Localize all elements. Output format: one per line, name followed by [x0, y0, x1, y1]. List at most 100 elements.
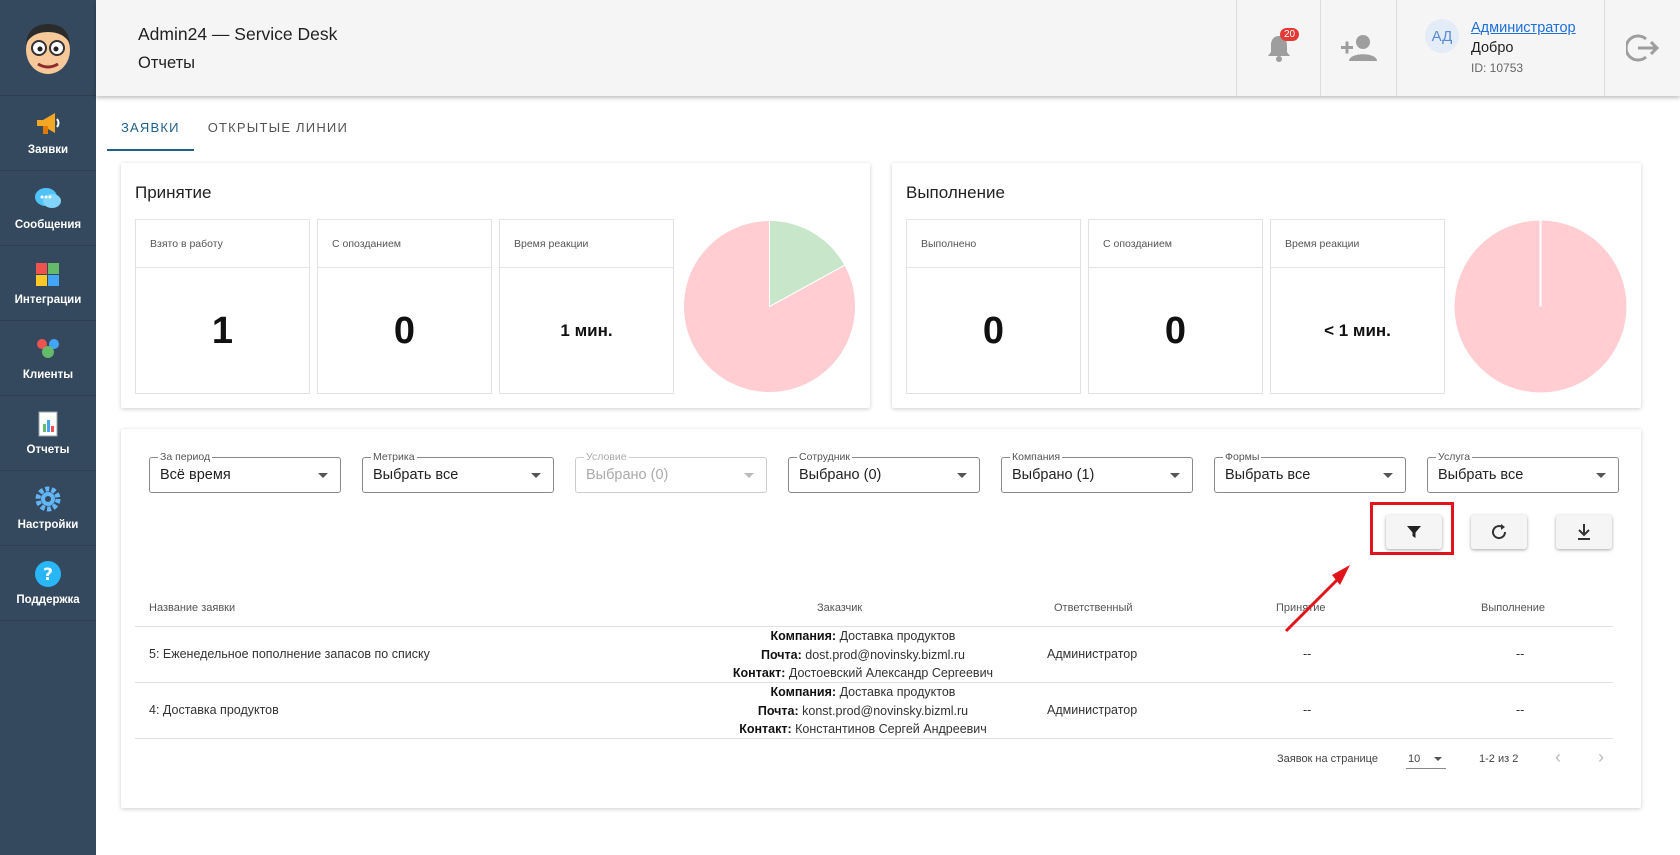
tab-requests[interactable]: ЗАЯВКИ [107, 112, 194, 151]
table-row[interactable]: 5: Еженедельное пополнение запасов по сп… [135, 627, 1613, 683]
email-value: dost.prod@novinsky.bizml.ru [805, 647, 966, 662]
responsible: Администратор [1047, 647, 1138, 661]
company-value: Доставка продуктов [839, 629, 956, 643]
sidebar-item-label: Клиенты [22, 369, 74, 381]
table-header: Название заявки Заказчик Ответственный П… [135, 589, 1613, 627]
done-value: -- [1516, 647, 1525, 661]
megaphone-icon [34, 110, 62, 138]
stat-value: < 1 мин. [1324, 321, 1391, 340]
filter-metric-select[interactable]: Метрика Выбрать все [362, 451, 554, 493]
stat-value: 0 [1164, 309, 1187, 352]
stat-label: С опозданием [1089, 220, 1262, 268]
stat-value: 1 мин. [560, 321, 613, 340]
refresh-icon [1492, 524, 1507, 540]
customer-info: Компания: Доставка продуктов Почта: dost… [683, 627, 1043, 683]
filter-employee-select[interactable]: Сотрудник Выбрано (0) [788, 451, 980, 493]
filter-label: Условие [584, 451, 629, 463]
stat-label: Выполнено [907, 220, 1080, 268]
filter-label: Компания [1010, 451, 1063, 463]
report-icon [34, 410, 62, 438]
filter-value: Выбрано (0) [799, 467, 882, 483]
table-row[interactable]: 4: Доставка продуктов Компания: Доставка… [135, 683, 1613, 739]
sidebar-item-label: Поддержка [16, 594, 80, 606]
sidebar-item-support[interactable]: ? Поддержка [0, 546, 96, 621]
per-page-select[interactable]: 10 [1406, 747, 1446, 769]
stat-value: 0 [393, 309, 416, 352]
sidebar-item-reports[interactable]: Отчеты [0, 396, 96, 471]
stat-late: С опозданием 0 [1088, 219, 1263, 394]
notifications-button[interactable]: 20 [1236, 0, 1320, 96]
stat-value: 0 [982, 309, 1005, 352]
download-icon [1578, 524, 1590, 540]
download-button[interactable] [1556, 515, 1612, 549]
contact-label: Контакт: [732, 666, 786, 680]
sidebar-item-label: Отчеты [26, 444, 70, 456]
stat-late: С опозданием 0 [317, 219, 492, 394]
chevron-down-icon [1434, 757, 1442, 761]
company-label: Компания: [770, 685, 837, 699]
company-value: Доставка продуктов [839, 685, 956, 699]
filter-label: Метрика [371, 451, 417, 463]
user-name-link[interactable]: Администратор [1471, 20, 1576, 36]
filter-company-select[interactable]: Компания Выбрано (1) [1001, 451, 1193, 493]
filter-forms-select[interactable]: Формы Выбрать все [1214, 451, 1406, 493]
completion-card: Выполнение Выполнено 0 С опозданием 0 Вр… [892, 163, 1641, 408]
stat-label: Время реакции [500, 220, 673, 268]
top-header: Admin24 — Service Desk Отчеты 20 АД Адми… [96, 0, 1680, 96]
puzzle-icon [34, 260, 62, 288]
filter-period-select[interactable]: За период Всё время [149, 451, 341, 493]
filter-service-select[interactable]: Услуга Выбрать все [1427, 451, 1619, 493]
chevron-down-icon [531, 473, 541, 478]
filter-value: Всё время [160, 467, 231, 483]
filter-condition-select: Условие Выбрано (0) [575, 451, 767, 493]
user-id: ID: 10753 [1471, 61, 1524, 75]
stat-reaction: Время реакции < 1 мин. [1270, 219, 1445, 394]
sidebar-item-label: Настройки [17, 519, 79, 531]
refresh-button[interactable] [1471, 515, 1527, 549]
sidebar-item-requests[interactable]: Заявки [0, 96, 96, 171]
col-header-name: Название заявки [149, 602, 236, 614]
company-label: Компания: [770, 629, 837, 643]
avatar[interactable]: АД [1425, 19, 1459, 53]
stat-label: Взято в работу [136, 220, 309, 268]
acceptance-title: Принятие [135, 183, 212, 202]
accept-value: -- [1303, 703, 1312, 717]
sidebar-item-clients[interactable]: Клиенты [0, 321, 96, 396]
svg-text:?: ? [43, 565, 53, 585]
filter-value: Выбрать все [373, 467, 459, 483]
prev-page-button[interactable]: ‹ [1555, 747, 1561, 768]
page-range: 1-2 из 2 [1479, 753, 1519, 765]
tab-open-lines[interactable]: ОТКРЫТЫЕ ЛИНИИ [194, 112, 362, 151]
stat-label: Время реакции [1271, 220, 1444, 268]
users-icon [34, 335, 62, 363]
done-value: -- [1516, 703, 1525, 717]
logo[interactable] [0, 0, 96, 96]
page-title: Отчеты [138, 54, 196, 72]
filter-label: Услуга [1436, 451, 1473, 463]
sidebar-item-messages[interactable]: Сообщения [0, 171, 96, 246]
chevron-down-icon [1596, 473, 1606, 478]
col-header-responsible: Ответственный [1054, 602, 1133, 614]
request-name: 4: Доставка продуктов [149, 703, 279, 717]
chevron-down-icon [1170, 473, 1180, 478]
col-header-done: Выполнение [1481, 602, 1546, 614]
user-greeting: Добро [1471, 40, 1514, 56]
sidebar-item-integrations[interactable]: Интеграции [0, 246, 96, 321]
mascot-logo-icon [26, 23, 70, 74]
filter-value: Выбрано (0) [586, 467, 669, 483]
email-value: konst.prod@novinsky.bizml.ru [802, 703, 969, 718]
report-tabs: ЗАЯВКИ ОТКРЫТЫЕ ЛИНИИ [107, 112, 362, 151]
customer-info: Компания: Доставка продуктов Почта: kons… [683, 683, 1043, 739]
chevron-down-icon [744, 473, 754, 478]
sidebar-item-label: Интеграции [14, 294, 82, 306]
sidebar-item-settings[interactable]: Настройки [0, 471, 96, 546]
stat-value: 1 [211, 309, 234, 352]
filter-label: За период [158, 451, 213, 463]
notification-badge: 20 [1280, 28, 1300, 41]
next-page-button[interactable]: › [1598, 747, 1604, 768]
annotation-arrow-icon [1284, 565, 1350, 633]
per-page-label: Заявок на странице [1277, 753, 1378, 765]
add-user-button[interactable] [1320, 0, 1396, 96]
contact-label: Контакт: [739, 722, 792, 736]
logout-button[interactable] [1604, 0, 1680, 96]
